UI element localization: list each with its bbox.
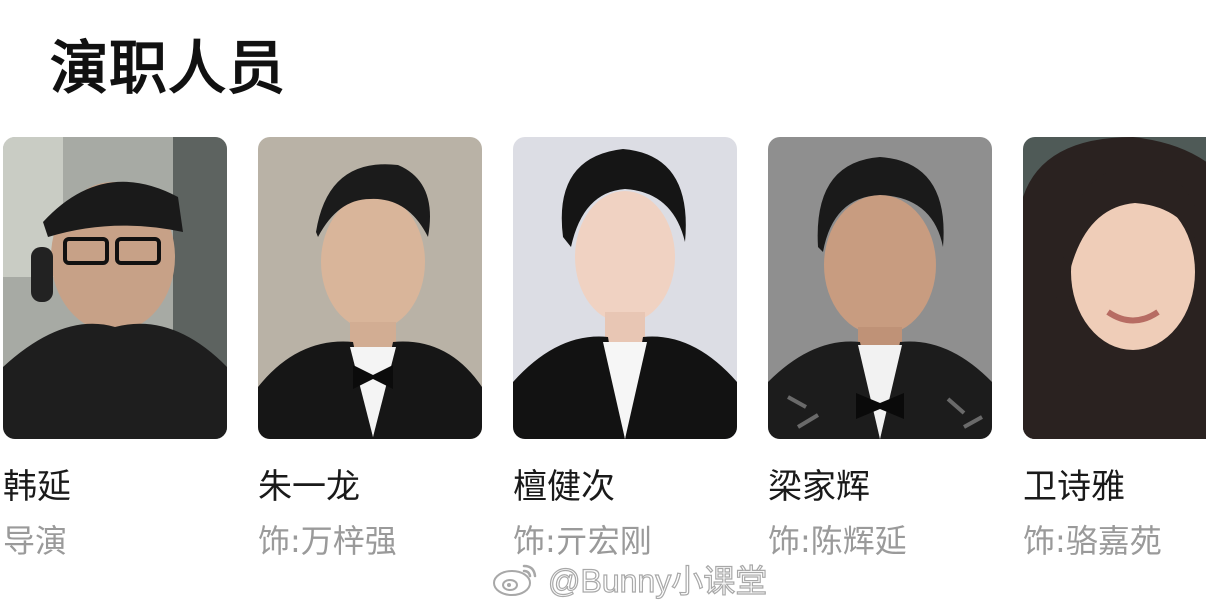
cast-card-2[interactable]: 朱一龙 饰:万梓强 bbox=[258, 137, 482, 567]
cast-card-1[interactable]: 韩延 导演 bbox=[3, 137, 227, 567]
cast-photo[interactable] bbox=[513, 137, 737, 439]
cast-photo[interactable] bbox=[3, 137, 227, 439]
actress-portrait-icon bbox=[1023, 137, 1206, 439]
cast-name[interactable]: 韩延 bbox=[3, 465, 71, 509]
section-title: 演职人员 bbox=[50, 34, 287, 102]
director-portrait-icon bbox=[3, 137, 227, 439]
cast-name[interactable]: 梁家辉 bbox=[768, 465, 870, 509]
cast-photo[interactable] bbox=[1023, 137, 1206, 439]
cast-photo[interactable] bbox=[768, 137, 992, 439]
cast-list: 韩延 导演 朱一龙 饰:万梓强 檀健次 饰:亓宏刚 梁家辉 饰:陈辉延 卫诗雅 … bbox=[0, 137, 1206, 567]
cast-role: 饰:陈辉延 bbox=[768, 522, 907, 560]
cast-role: 导演 bbox=[3, 522, 68, 560]
cast-name[interactable]: 朱一龙 bbox=[258, 465, 360, 509]
actor-portrait-icon bbox=[513, 137, 737, 439]
weibo-logo-icon bbox=[493, 564, 537, 596]
cast-card-3[interactable]: 檀健次 饰:亓宏刚 bbox=[513, 137, 737, 567]
cast-card-5[interactable]: 卫诗雅 饰:骆嘉苑 bbox=[1023, 137, 1206, 567]
watermark-text: @Bunny小课堂 bbox=[547, 562, 768, 599]
actor-portrait-icon bbox=[768, 137, 992, 439]
cast-name[interactable]: 卫诗雅 bbox=[1023, 465, 1125, 509]
cast-role: 饰:万梓强 bbox=[258, 522, 397, 560]
watermark: @Bunny小课堂 bbox=[492, 556, 768, 602]
cast-card-4[interactable]: 梁家辉 饰:陈辉延 bbox=[768, 137, 992, 567]
actor-portrait-icon bbox=[258, 137, 482, 439]
cast-name[interactable]: 檀健次 bbox=[513, 465, 615, 509]
cast-role: 饰:骆嘉苑 bbox=[1023, 522, 1162, 560]
cast-photo[interactable] bbox=[258, 137, 482, 439]
